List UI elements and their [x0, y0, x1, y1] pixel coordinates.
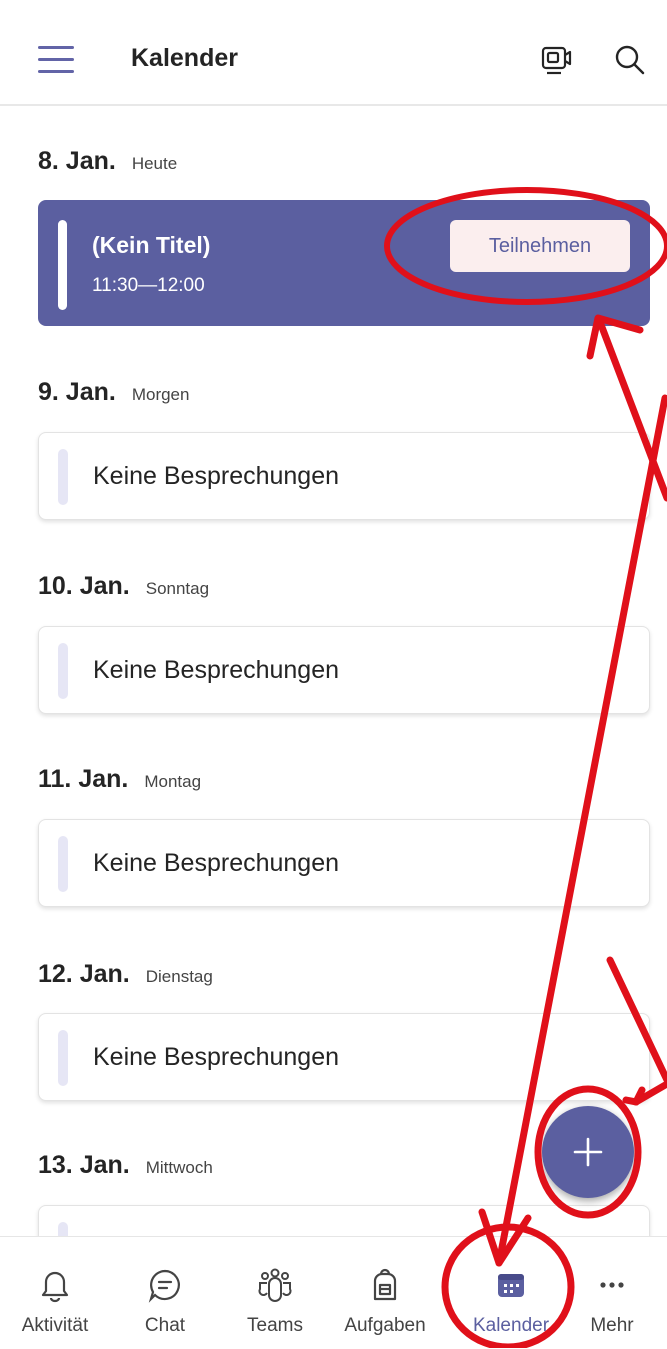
event-color-bar [58, 643, 68, 699]
event-color-bar [58, 836, 68, 892]
meeting-time: 11:30—12:00 [92, 275, 205, 296]
event-color-bar [58, 449, 68, 505]
nav-label: Aktivität [21, 1315, 89, 1336]
day-relative-label: Mittwoch [145, 1158, 213, 1177]
no-meetings-text: Keine Besprechungen [93, 656, 340, 684]
no-meetings-card[interactable]: Keine Besprechungen [38, 1013, 650, 1101]
no-meetings-text: Keine Besprechungen [93, 462, 340, 490]
nav-activity[interactable]: Aktivität [0, 1237, 110, 1349]
day-date: 10. Jan. [38, 572, 130, 600]
nav-chat[interactable]: Chat [110, 1237, 220, 1349]
day-date: 11. Jan. [38, 765, 129, 793]
meeting-card[interactable]: (Kein Titel) 11:30—12:00 Teilnehmen [38, 200, 650, 326]
nav-teams[interactable]: Teams [220, 1237, 330, 1349]
day-date: 13. Jan. [38, 1151, 130, 1179]
calendar-icon [498, 1274, 524, 1297]
day-relative-label: Dienstag [145, 967, 213, 986]
day-date: 9. Jan. [38, 378, 116, 406]
no-meetings-text: Keine Besprechungen [93, 849, 340, 877]
nav-calendar[interactable]: Kalender [456, 1237, 566, 1349]
no-meetings-card[interactable]: Keine Besprechungen [38, 432, 650, 520]
meet-now-icon[interactable] [538, 42, 574, 78]
bell-icon [41, 1271, 69, 1303]
day-header: 12. Jan. Dienstag [38, 960, 213, 989]
day-relative-label: Montag [144, 772, 202, 791]
new-meeting-button[interactable] [542, 1106, 634, 1198]
no-meetings-card[interactable]: Keine Besprechungen [38, 626, 650, 714]
nav-more[interactable]: Mehr [557, 1237, 667, 1349]
day-header: 8. Jan. Heute [38, 147, 177, 176]
day-header: 11. Jan. Montag [38, 765, 201, 794]
nav-tasks[interactable]: Aufgaben [330, 1237, 440, 1349]
nav-label: Mehr [590, 1315, 634, 1336]
no-meetings-text: Keine Besprechungen [93, 1043, 340, 1071]
hamburger-menu-icon[interactable] [38, 44, 74, 76]
tasks-icon [373, 1268, 397, 1301]
meeting-title: (Kein Titel) [92, 232, 211, 258]
nav-label: Kalender [472, 1315, 550, 1336]
chat-icon [148, 1269, 180, 1303]
event-color-bar [58, 220, 67, 310]
plus-icon [573, 1137, 603, 1167]
no-meetings-card[interactable]: Keine Besprechungen [38, 819, 650, 907]
day-relative-label: Sonntag [145, 579, 210, 598]
day-date: 12. Jan. [38, 960, 130, 988]
nav-label: Aufgaben [344, 1315, 426, 1336]
day-header: 10. Jan. Sonntag [38, 572, 209, 601]
day-relative-label: Morgen [131, 385, 190, 404]
search-icon[interactable] [612, 42, 648, 78]
nav-label: Teams [247, 1315, 303, 1336]
more-icon [600, 1282, 624, 1288]
day-header: 13. Jan. Mittwoch [38, 1151, 213, 1180]
teams-icon [258, 1268, 292, 1302]
bottom-navigation: Aktivität Chat Teams Aufgaben Kalender M… [0, 1236, 667, 1348]
page-title: Kalender [131, 44, 238, 72]
day-relative-label: Heute [131, 154, 178, 173]
day-header: 9. Jan. Morgen [38, 378, 189, 407]
join-button[interactable]: Teilnehmen [450, 220, 630, 272]
day-date: 8. Jan. [38, 147, 116, 175]
nav-label: Chat [144, 1315, 186, 1336]
event-color-bar [58, 1030, 68, 1086]
app-header: Kalender [0, 0, 667, 106]
